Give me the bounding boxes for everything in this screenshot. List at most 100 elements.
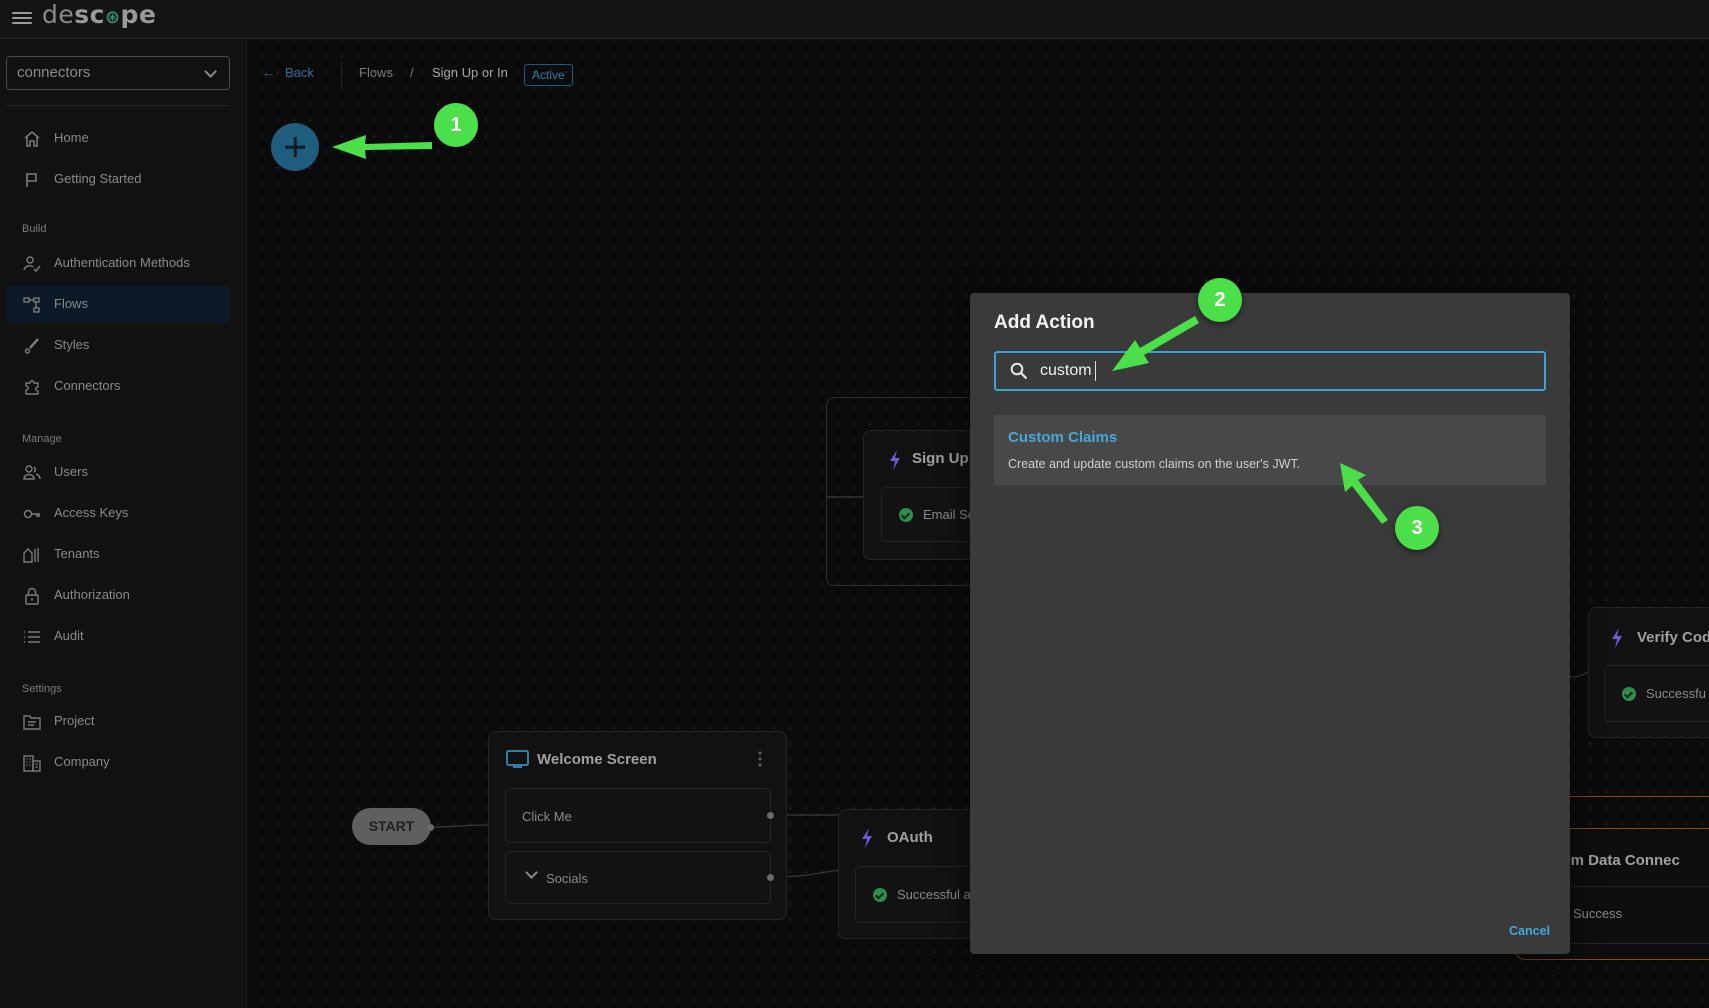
puzzle-icon [25,380,39,395]
list-icon [24,631,40,643]
dialog-title: Add Action [994,312,1095,333]
folder-icon [23,715,41,730]
add-action-button[interactable] [271,123,319,171]
result-title: Custom Claims [1008,429,1118,446]
check-circle-icon [899,508,913,522]
flow-icon [23,297,40,313]
node-row-socials[interactable]: Socials [505,851,771,904]
back-button[interactable]: ← Back [262,65,314,80]
hamburger-menu-icon[interactable] [12,9,32,27]
row-label: Success [1573,906,1623,921]
row-label: Email Se [923,507,976,522]
sidebar-item-label: Audit [54,628,84,643]
sidebar: connectors Home Getting Started Build Au… [0,40,247,1008]
back-label: Back [285,65,314,80]
search-icon [1010,362,1028,380]
node-title: Welcome Screen [537,751,657,768]
project-selector[interactable]: connectors [6,56,230,90]
sidebar-item-tenants[interactable]: Tenants [6,536,230,573]
flag-icon [26,173,37,187]
text-caret [1095,361,1096,381]
node-title: OAuth [887,829,933,846]
sidebar-item-company[interactable]: Company [6,744,230,781]
sidebar-item-label: Getting Started [54,171,142,186]
connector-border-line [1555,796,1709,797]
chevron-down-icon [525,866,538,879]
sidebar-item-label: Flows [54,296,88,311]
check-circle-icon [873,888,887,902]
bolt-icon [1612,628,1622,648]
section-label-settings: Settings [22,683,62,695]
sidebar-item-authentication-methods[interactable]: Authentication Methods [6,245,230,282]
sidebar-item-label: Company [54,754,110,769]
output-port[interactable] [767,812,774,819]
sidebar-item-label: Authentication Methods [54,255,190,270]
sidebar-item-home[interactable]: Home [6,120,230,157]
sidebar-item-label: Styles [54,337,90,352]
node-row-click-me[interactable]: Click Me [505,788,771,843]
breadcrumb-flows-link[interactable]: Flows [359,65,393,80]
descope-logo[interactable]: desc⊛pe [42,0,156,29]
more-vertical-icon[interactable] [757,750,763,768]
action-search-input[interactable] [1040,359,1530,383]
monitor-icon [506,750,529,768]
divider [1571,943,1709,944]
oauth-node[interactable]: OAuth Successful a [838,809,988,939]
chevron-down-icon [204,65,217,78]
sidebar-item-label: Project [54,713,95,728]
annotation-badge-3: 3 [1395,506,1439,550]
action-search-field[interactable] [994,351,1546,391]
sidebar-item-project[interactable]: Project [6,703,230,740]
home-icon [24,130,40,147]
sidebar-item-users[interactable]: Users [6,454,230,491]
result-item-custom-claims[interactable]: Custom Claims Create and update custom c… [994,415,1546,485]
sidebar-item-label: Tenants [54,546,100,561]
bolt-icon [890,450,900,470]
sidebar-item-flows[interactable]: Flows [6,286,230,323]
node-title: Verify Cod [1637,629,1709,646]
output-port[interactable] [767,874,774,881]
brush-icon [24,338,39,354]
start-port[interactable] [427,824,434,831]
sidebar-item-getting-started[interactable]: Getting Started [6,161,230,198]
node-title: Sign Up [912,450,969,467]
divider [1571,886,1709,887]
project-selector-value: connectors [17,64,91,81]
user-check-icon [23,256,41,273]
sidebar-item-label: Authorization [54,587,130,602]
arrow-left-icon: ← [262,65,275,80]
row-label: Socials [546,871,588,886]
sidebar-item-styles[interactable]: Styles [6,327,230,364]
lock-icon [25,587,39,605]
welcome-screen-node[interactable]: Welcome Screen Click Me Socials [488,731,787,920]
company-icon [23,755,41,772]
node-row[interactable]: Successful a [855,866,985,923]
logo-mark-icon: ⊛ [104,7,121,28]
logo-part: pe [120,0,157,29]
status-badge: Active [524,64,573,86]
sidebar-item-access-keys[interactable]: Access Keys [6,495,230,532]
add-action-dialog: Add Action Custom Claims Create and upda… [970,293,1570,954]
annotation-badge-1: 1 [434,103,478,147]
sidebar-item-authorization[interactable]: Authorization [6,577,230,614]
sidebar-divider [6,105,230,106]
node-row[interactable]: Successfu [1604,665,1709,722]
logo-part: sc [74,0,105,29]
verify-code-node[interactable]: Verify Cod Successfu [1588,607,1709,738]
row-label: Successful a [897,887,971,902]
sidebar-item-label: Home [54,130,89,145]
cancel-button[interactable]: Cancel [1509,924,1550,938]
users-icon [23,465,41,480]
section-label-manage: Manage [22,433,62,445]
row-label: Successfu [1646,686,1706,701]
check-circle-icon [1622,687,1636,701]
row-label: Click Me [522,809,572,824]
bolt-icon [862,828,872,848]
sidebar-item-connectors[interactable]: Connectors [6,368,230,405]
annotation-badge-2: 2 [1198,278,1242,322]
top-header: desc⊛pe [0,0,1709,39]
start-node[interactable]: START [352,808,431,845]
sidebar-item-audit[interactable]: Audit [6,618,230,655]
result-description: Create and update custom claims on the u… [1008,457,1301,471]
logo-part: de [42,0,75,29]
